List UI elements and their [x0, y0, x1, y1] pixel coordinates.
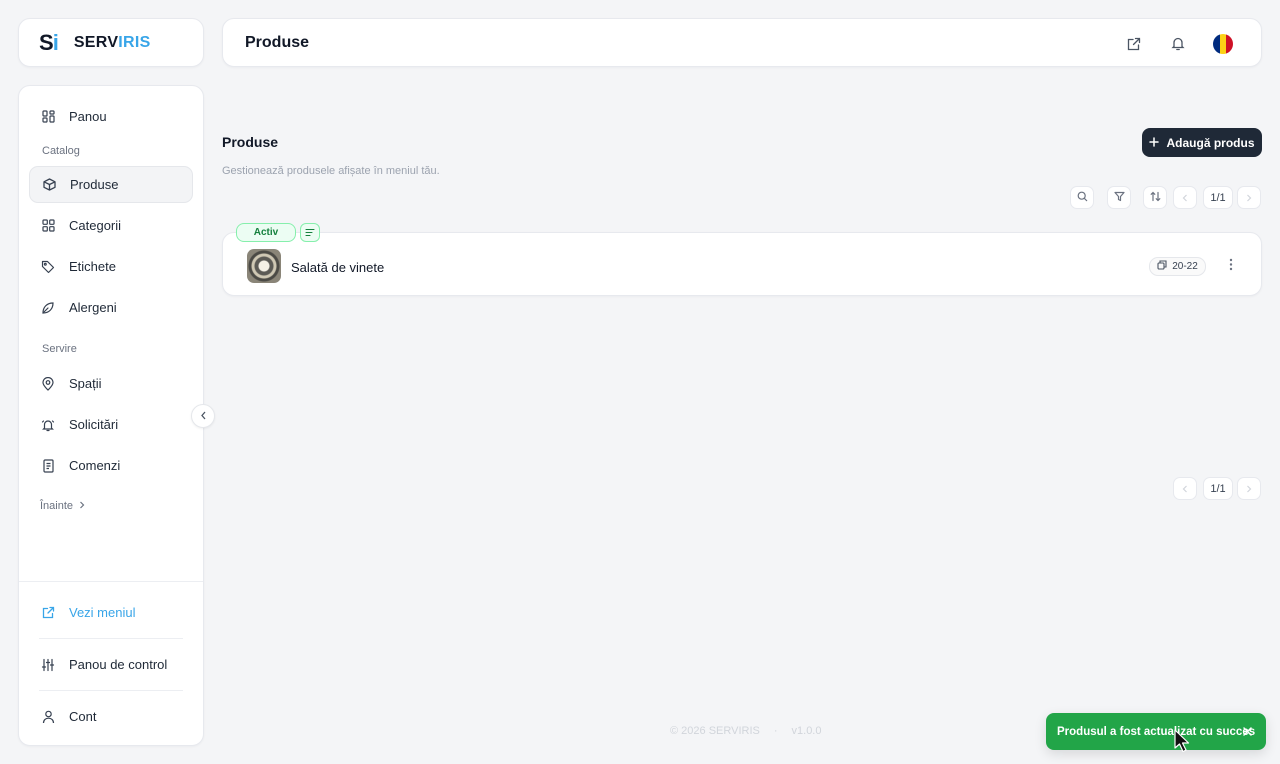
- sidebar-item-label: Panou: [69, 109, 107, 124]
- logo-mark: Si: [39, 29, 59, 55]
- sidebar-item-label: Alergeni: [69, 300, 117, 315]
- section-catalog: Catalog: [42, 145, 80, 157]
- sliders-icon: [41, 658, 55, 672]
- toast-notification: Produsul a fost actualizat cu succes: [1046, 713, 1266, 750]
- chevron-right-icon: [1246, 480, 1252, 498]
- sidebar-item-solicitari[interactable]: Solicitări: [29, 406, 193, 443]
- status-badge: Activ: [236, 223, 296, 242]
- version: v1.0.0: [791, 725, 822, 737]
- sidebar-item-alergeni[interactable]: Alergeni: [29, 289, 193, 326]
- map-pin-icon: [41, 376, 55, 391]
- sidebar-item-panou[interactable]: Panou: [29, 98, 193, 135]
- external-link-icon[interactable]: [1125, 35, 1143, 53]
- view-menu-link[interactable]: Vezi meniul: [29, 594, 193, 631]
- more-options-button[interactable]: [1222, 257, 1240, 276]
- footer-separator: ·: [773, 725, 778, 737]
- chevron-left-icon: [1182, 480, 1188, 498]
- page-header-title: Produse: [245, 33, 310, 51]
- logo-text: SERVIRIS: [73, 33, 151, 51]
- view-menu-label: Vezi meniul: [69, 605, 136, 620]
- user-icon: [41, 710, 55, 724]
- chevron-right-icon: [79, 500, 85, 512]
- more-label: Înainte: [40, 500, 74, 512]
- divider: [19, 581, 203, 582]
- time-label: 20-22: [1172, 261, 1198, 272]
- description-badge: [300, 223, 320, 242]
- sidebar-item-spatii[interactable]: Spații: [29, 365, 193, 402]
- chevron-left-icon: [200, 407, 207, 425]
- box-icon: [42, 178, 56, 192]
- sidebar-item-produse[interactable]: Produse: [29, 166, 193, 203]
- page-indicator: 1/1: [1203, 186, 1233, 209]
- collapse-sidebar-button[interactable]: [191, 404, 215, 428]
- sidebar-item-label: Solicitări: [69, 417, 119, 432]
- control-panel-link[interactable]: Panou de control: [29, 646, 193, 683]
- mouse-cursor-icon: [1174, 729, 1192, 758]
- leaf-icon: [41, 301, 55, 315]
- search-icon: [1077, 189, 1088, 207]
- sidebar-item-comenzi[interactable]: Comenzi: [29, 447, 193, 484]
- grid-icon: [41, 219, 55, 233]
- bell-ring-icon: [41, 418, 55, 432]
- sidebar-item-label: Spații: [69, 376, 102, 391]
- sidebar-item-label: Etichete: [69, 259, 116, 274]
- copy-icon: [1157, 260, 1167, 273]
- product-name[interactable]: Salată de vinete: [291, 260, 384, 275]
- close-icon[interactable]: [1240, 724, 1254, 738]
- logo[interactable]: Si SERVIRIS: [18, 18, 204, 67]
- header: Produse: [222, 18, 1262, 67]
- page-indicator: 1/1: [1203, 477, 1233, 500]
- more-toggle[interactable]: Înainte: [40, 500, 85, 512]
- plus-icon: [1149, 136, 1160, 150]
- receipt-icon: [41, 458, 55, 473]
- next-page-button[interactable]: [1237, 186, 1261, 209]
- sidebar-item-label: Categorii: [69, 218, 122, 233]
- sidebar-item-categorii[interactable]: Categorii: [29, 207, 193, 244]
- text-align-icon: [305, 224, 315, 242]
- filter-button[interactable]: [1107, 186, 1131, 209]
- footer: © 2026 SERVIRIS · v1.0.0: [670, 725, 821, 737]
- sort-icon: [1150, 189, 1161, 207]
- external-link-icon: [41, 606, 55, 620]
- add-product-button[interactable]: Adaugă produs: [1142, 128, 1262, 157]
- prev-page-button[interactable]: [1173, 186, 1197, 209]
- control-panel-label: Panou de control: [69, 657, 168, 672]
- page-subtitle: Gestionează produsele afișate în meniul …: [222, 165, 440, 177]
- prev-page-button[interactable]: [1173, 477, 1197, 500]
- sidebar-item-etichete[interactable]: Etichete: [29, 248, 193, 285]
- grid-icon: [41, 110, 55, 124]
- chevron-right-icon: [1246, 189, 1252, 207]
- filter-icon: [1113, 189, 1125, 207]
- divider: [39, 690, 183, 691]
- header-actions: [1125, 19, 1233, 68]
- product-thumbnail: [247, 249, 281, 283]
- section-servire: Servire: [42, 343, 77, 355]
- language-flag-ro[interactable]: [1213, 33, 1233, 54]
- sidebar-item-label: Produse: [70, 177, 119, 192]
- add-product-label: Adaugă produs: [1166, 135, 1255, 150]
- tag-icon: [41, 260, 55, 274]
- search-button[interactable]: [1070, 186, 1094, 209]
- toast-message: Produsul a fost actualizat cu succes: [1057, 725, 1256, 738]
- divider: [39, 638, 183, 639]
- sidebar-item-label: Comenzi: [69, 458, 121, 473]
- next-page-button[interactable]: [1237, 477, 1261, 500]
- page-title: Produse: [222, 134, 279, 150]
- time-badge: 20-22: [1149, 257, 1206, 276]
- chevron-left-icon: [1182, 189, 1188, 207]
- sidebar: Panou Catalog Produse Categorii Etichete…: [18, 85, 204, 746]
- account-label: Cont: [69, 709, 97, 724]
- copyright: © 2026 SERVIRIS: [670, 725, 760, 737]
- account-link[interactable]: Cont: [29, 698, 193, 735]
- more-vertical-icon: [1229, 258, 1233, 276]
- sort-button[interactable]: [1143, 186, 1167, 209]
- bell-icon[interactable]: [1169, 35, 1187, 53]
